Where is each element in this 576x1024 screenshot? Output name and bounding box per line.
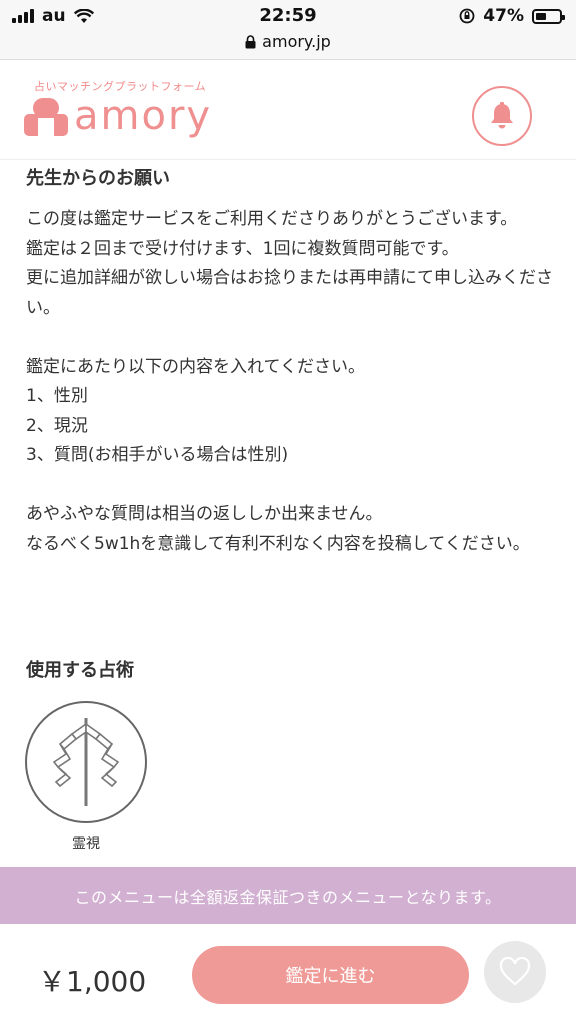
battery-fill	[536, 12, 547, 20]
technique-item-reishi[interactable]	[25, 701, 147, 823]
request-title: 先生からのお願い	[26, 168, 170, 189]
logo[interactable]: 占いマッチングプラットフォーム amory	[24, 78, 212, 136]
status-right: 47%	[459, 6, 565, 26]
favorite-button[interactable]	[484, 941, 546, 1003]
site-header: 占いマッチングプラットフォーム amory	[0, 60, 576, 160]
reishi-icon	[52, 718, 120, 806]
purchase-bar: ￥1,000 鑑定に進む	[0, 924, 576, 1024]
proceed-to-reading-button[interactable]: 鑑定に進む	[192, 946, 469, 1004]
heart-icon	[499, 957, 531, 986]
orientation-lock-icon	[459, 8, 475, 24]
address-bar[interactable]: amory.jp	[0, 32, 576, 51]
battery-percent: 47%	[483, 6, 524, 26]
url-text: amory.jp	[262, 32, 331, 51]
techniques-title: 使用する占術	[26, 660, 134, 681]
battery-icon	[532, 8, 565, 24]
lock-icon	[245, 34, 256, 48]
bell-icon	[491, 102, 513, 129]
refund-guarantee-banner: このメニューは全額返金保証つきのメニューとなります。	[0, 867, 576, 924]
teacher-request-section: 先生からのお願い この度は鑑定サービスをご利用くださりありがとうございます。 鑑…	[26, 160, 556, 559]
request-body: この度は鑑定サービスをご利用くださりありがとうございます。 鑑定は２回まで受け付…	[26, 209, 553, 554]
status-bar: au 22:59 47% amory.jp	[0, 0, 576, 60]
technique-label: 霊視	[72, 836, 100, 852]
logo-word: amory	[74, 93, 213, 139]
logo-mark-icon	[24, 98, 68, 136]
notification-button[interactable]	[472, 86, 532, 146]
logo-tagline: 占いマッチングプラットフォーム	[34, 80, 207, 93]
price: ￥1,000	[38, 965, 147, 998]
